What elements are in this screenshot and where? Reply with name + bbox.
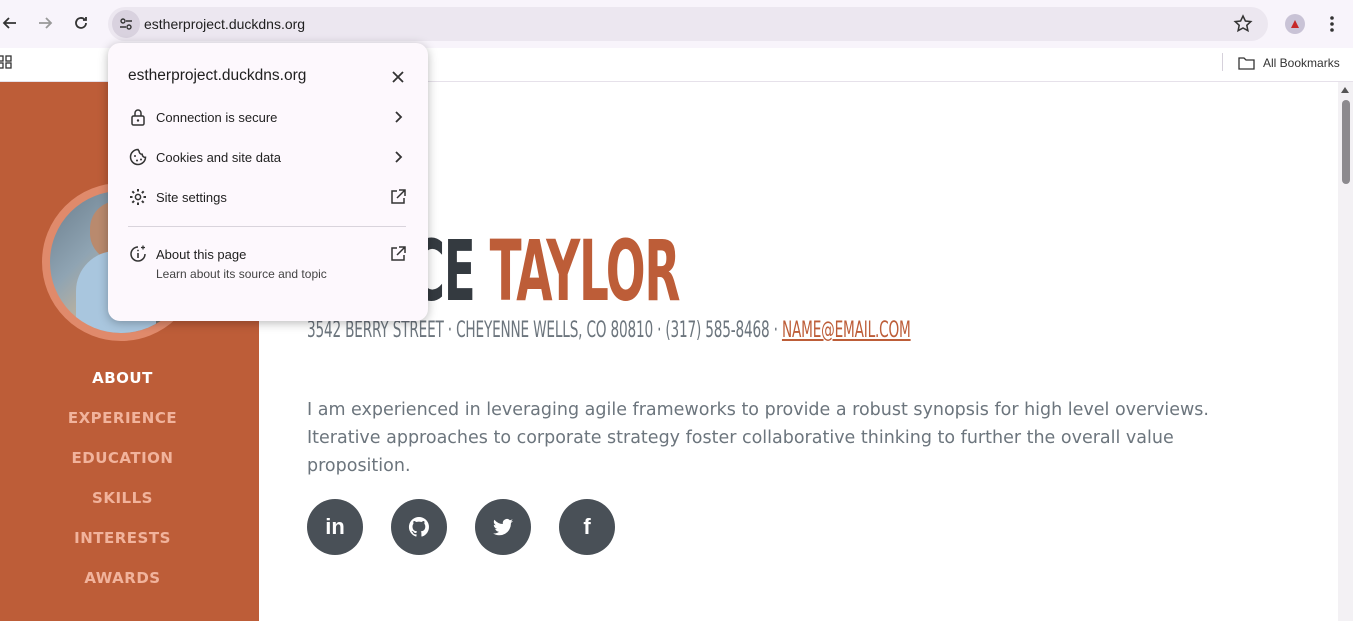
site-info-button[interactable] [112, 10, 140, 38]
bookmarks-separator [1222, 53, 1223, 71]
about-this-page-label: About this page [156, 247, 247, 262]
address-text: 3542 BERRY STREET · CHEYENNE WELLS, CO 8… [307, 318, 782, 343]
folder-icon [1238, 57, 1255, 70]
back-button[interactable] [0, 11, 22, 35]
popup-divider [128, 226, 406, 227]
linkedin-icon: in [325, 514, 345, 539]
about-this-page-sublabel: Learn about its source and topic [156, 267, 327, 281]
reload-button[interactable] [69, 11, 93, 35]
nav-item-skills[interactable]: SKILLS [0, 486, 245, 526]
contact-line: 3542 BERRY STREET · CHEYENNE WELLS, CO 8… [307, 318, 911, 343]
profile-icon [1291, 20, 1299, 28]
facebook-button[interactable]: f [559, 499, 615, 555]
connection-secure-label: Connection is secure [156, 110, 278, 125]
chevron-right-icon [395, 111, 403, 123]
reload-icon [75, 17, 87, 29]
more-vertical-icon [1330, 16, 1334, 32]
connection-secure-row[interactable]: Connection is secure [108, 98, 428, 138]
profile-avatar[interactable] [1285, 14, 1305, 34]
linkedin-button[interactable]: in [307, 499, 363, 555]
address-bar[interactable]: estherproject.duckdns.org [108, 7, 1268, 41]
gear-icon [130, 189, 146, 205]
all-bookmarks-label: All Bookmarks [1263, 56, 1340, 70]
site-settings-row[interactable]: Site settings [108, 178, 428, 218]
scroll-up-arrow-icon[interactable] [1341, 87, 1349, 93]
cookies-row[interactable]: Cookies and site data [108, 138, 428, 178]
nav-item-education[interactable]: EDUCATION [0, 446, 245, 486]
popup-close-button[interactable] [388, 67, 408, 87]
open-in-new-icon [391, 189, 406, 204]
cookie-icon [129, 148, 147, 166]
bio-text: I am experienced in leveraging agile fra… [307, 400, 1209, 476]
arrow-left-icon [2, 17, 16, 29]
tune-icon [120, 18, 132, 30]
lock-icon [131, 109, 145, 126]
nav-item-awards[interactable]: AWARDS [0, 566, 245, 606]
twitter-icon [493, 518, 513, 536]
forward-button[interactable] [33, 11, 57, 35]
info-sparkle-icon [130, 245, 146, 262]
cookies-label: Cookies and site data [156, 150, 282, 165]
star-icon [1233, 14, 1253, 33]
page-scrollbar[interactable] [1338, 82, 1353, 621]
apps-grid-icon[interactable] [0, 54, 16, 70]
popup-title: estherproject.duckdns.org [128, 67, 307, 84]
browser-toolbar: estherproject.duckdns.org [0, 0, 1353, 48]
nav-item-interests[interactable]: INTERESTS [0, 526, 245, 566]
social-icons: in f [307, 499, 615, 555]
nav-item-experience[interactable]: EXPERIENCE [0, 406, 245, 446]
email-link[interactable]: NAME@EMAIL.COM [782, 318, 911, 343]
chevron-right-icon [395, 151, 403, 163]
scroll-thumb[interactable] [1342, 100, 1350, 184]
facebook-icon: f [583, 514, 591, 539]
close-icon [392, 71, 404, 83]
browser-menu-button[interactable] [1322, 12, 1342, 36]
all-bookmarks-button[interactable]: All Bookmarks [1238, 53, 1340, 73]
site-info-popup: estherproject.duckdns.org Connection is … [108, 43, 428, 321]
name-last: TAYLOR [489, 222, 681, 320]
github-icon [408, 516, 429, 537]
nav-item-about[interactable]: ABOUT [0, 366, 245, 406]
bookmark-star-button[interactable] [1232, 13, 1254, 35]
site-settings-label: Site settings [156, 190, 227, 205]
sidebar-nav: ABOUT EXPERIENCE EDUCATION SKILLS INTERE… [0, 366, 245, 606]
github-button[interactable] [391, 499, 447, 555]
open-in-new-icon [391, 246, 406, 261]
arrow-right-icon [39, 17, 53, 29]
twitter-button[interactable] [475, 499, 531, 555]
url-text[interactable]: estherproject.duckdns.org [144, 16, 305, 32]
